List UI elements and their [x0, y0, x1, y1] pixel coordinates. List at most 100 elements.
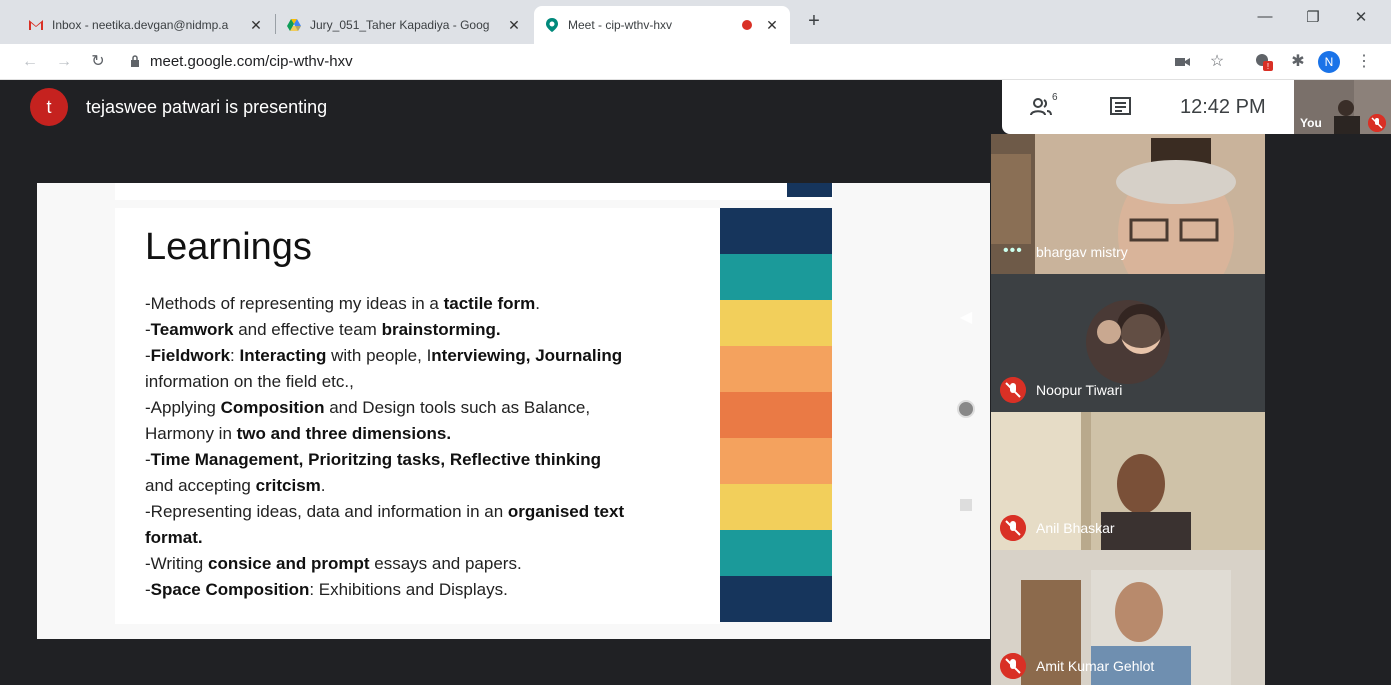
color-band — [720, 208, 832, 254]
slide-line: -Teamwork and effective team brainstormi… — [145, 317, 715, 343]
participant-count: 6 — [1052, 92, 1058, 103]
color-band — [720, 254, 832, 300]
color-band — [720, 484, 832, 530]
participant-name: bhargav mistry — [1036, 244, 1128, 260]
slide-bold-text: tactile form — [443, 294, 536, 313]
presenter-avatar: t — [30, 88, 68, 126]
slide-text: Harmony in — [145, 424, 237, 443]
slide-body: -Methods of representing my ideas in a t… — [145, 291, 715, 603]
slide-text: and effective team — [233, 320, 382, 339]
slide-line: -Applying Composition and Design tools s… — [145, 395, 715, 421]
muted-mic-icon — [1368, 114, 1386, 132]
slide-text: information on the field etc., — [145, 372, 354, 391]
slide-bold-text: critcism — [255, 476, 321, 495]
slide-line: -Methods of representing my ideas in a t… — [145, 291, 715, 317]
browser-tab-bar: Inbox - neetika.devgan@nidmp.a ✕ Jury_05… — [0, 0, 1391, 44]
participant-video — [991, 134, 1265, 274]
color-band — [720, 530, 832, 576]
tab-close-icon[interactable]: ✕ — [248, 17, 264, 34]
participant-name: Anil Bhaskar — [1036, 520, 1115, 536]
tab-inbox[interactable]: Inbox - neetika.devgan@nidmp.a ✕ — [18, 6, 274, 44]
slide-line: -Space Composition: Exhibitions and Disp… — [145, 577, 715, 603]
minimize-button[interactable]: — — [1250, 8, 1280, 25]
profile-avatar[interactable]: N — [1318, 51, 1340, 73]
new-tab-button[interactable]: + — [802, 10, 826, 33]
color-band — [720, 576, 832, 622]
back-arrow-icon[interactable]: ← — [18, 50, 42, 74]
restore-button[interactable]: ❐ — [1298, 8, 1328, 26]
muted-mic-icon — [1000, 515, 1026, 541]
meet-icon — [546, 18, 558, 32]
browser-menu-icon[interactable]: ⋮ — [1352, 50, 1376, 74]
extension-alert-icon[interactable]: ! — [1254, 52, 1274, 72]
tab-close-icon[interactable]: ✕ — [764, 17, 780, 34]
url-text: meet.google.com/cip-wthv-hxv — [150, 53, 353, 70]
slide-text: : Exhibitions and Displays. — [309, 580, 508, 599]
slide-line: and accepting critcism. — [145, 473, 715, 499]
slide-line: -Writing consice and prompt essays and p… — [145, 551, 715, 577]
slide-text: with people, I — [326, 346, 432, 365]
slide-line: information on the field etc., — [145, 369, 715, 395]
meeting-clock: 12:42 PM — [1180, 96, 1266, 118]
slide-bold-text: Teamwork — [150, 320, 234, 339]
slide-text: -Methods of representing my ideas in a — [145, 294, 444, 313]
participant-tile[interactable] — [991, 274, 1265, 412]
slide-bold-text: two and three dimensions. — [236, 424, 452, 443]
extensions-puzzle-icon[interactable]: ✱ — [1286, 50, 1310, 74]
tab-drive[interactable]: Jury_051_Taher Kapadiya - Goog ✕ — [276, 6, 532, 44]
slide-text: -Applying — [145, 398, 221, 417]
lock-icon — [131, 55, 139, 67]
participant-name: Noopur Tiwari — [1036, 382, 1123, 398]
muted-mic-icon — [1000, 653, 1026, 679]
tab-title: Meet - cip-wthv-hxv — [568, 18, 673, 32]
slide-text: -Representing ideas, data and informatio… — [145, 502, 508, 521]
slide-line: Harmony in two and three dimensions. — [145, 421, 715, 447]
participant-tile[interactable] — [991, 134, 1265, 274]
stop-square-icon[interactable] — [955, 498, 977, 516]
slide-text: and Design tools such as Balance, — [324, 398, 591, 417]
slide-line: -Time Management, Prioritzing tasks, Ref… — [145, 447, 715, 473]
chat-icon[interactable] — [1108, 96, 1134, 118]
tab-meet[interactable]: Meet - cip-wthv-hxv ✕ — [534, 6, 790, 44]
tab-title: Jury_051_Taher Kapadiya - Goog — [310, 18, 490, 32]
slide-text: -Writing — [145, 554, 208, 573]
camera-icon[interactable] — [1175, 56, 1191, 68]
participant-avatar-photo — [1086, 300, 1170, 384]
slide-text: . — [535, 294, 540, 313]
tab-close-icon[interactable]: ✕ — [506, 17, 522, 34]
slide-text: . — [320, 476, 326, 495]
participant-tile[interactable] — [991, 412, 1265, 550]
window-close-button[interactable]: ✕ — [1346, 8, 1376, 26]
slide-bold-text: brainstorming. — [381, 320, 501, 339]
slide-bold-text: Fieldwork — [150, 346, 231, 365]
participant-video — [991, 412, 1265, 550]
reload-icon[interactable]: ↻ — [86, 50, 110, 74]
color-band — [720, 300, 832, 346]
slide-color-bar — [720, 208, 832, 622]
participant-name: Amit Kumar Gehlot — [1036, 658, 1155, 674]
previous-arrow-icon[interactable]: ◀ — [955, 307, 977, 327]
muted-mic-icon — [1000, 377, 1026, 403]
browser-toolbar: ← → ↻ meet.google.com/cip-wthv-hxv ☆ ! ✱… — [0, 44, 1391, 80]
slide-text: essays and papers. — [369, 554, 522, 573]
meet-top-controls: 6 12:42 PM — [1002, 80, 1294, 134]
speaking-indicator-icon: ••• — [1003, 242, 1023, 259]
slide-bold-text: Time Management, Prioritzing tasks, Refl… — [150, 450, 601, 469]
color-band — [720, 438, 832, 484]
previous-slide-band — [787, 183, 832, 197]
bookmark-star-icon[interactable]: ☆ — [1205, 50, 1229, 74]
slide-bold-text: Composition — [220, 398, 325, 417]
gmail-icon — [29, 20, 43, 30]
forward-arrow-icon[interactable]: → — [52, 50, 76, 74]
slide-line: format. — [145, 525, 715, 551]
record-dot-icon[interactable] — [955, 400, 977, 423]
slide-line: -Representing ideas, data and informatio… — [145, 499, 715, 525]
address-bar[interactable]: meet.google.com/cip-wthv-hxv — [130, 53, 353, 70]
slide-bold-text: organised text — [507, 502, 625, 521]
color-band — [720, 392, 832, 438]
slide-bold-text: format. — [145, 528, 203, 547]
color-band — [720, 346, 832, 392]
slide-line: -Fieldwork: Interacting with people, Int… — [145, 343, 715, 369]
self-label: You — [1300, 116, 1322, 130]
tab-title: Inbox - neetika.devgan@nidmp.a — [52, 18, 229, 32]
